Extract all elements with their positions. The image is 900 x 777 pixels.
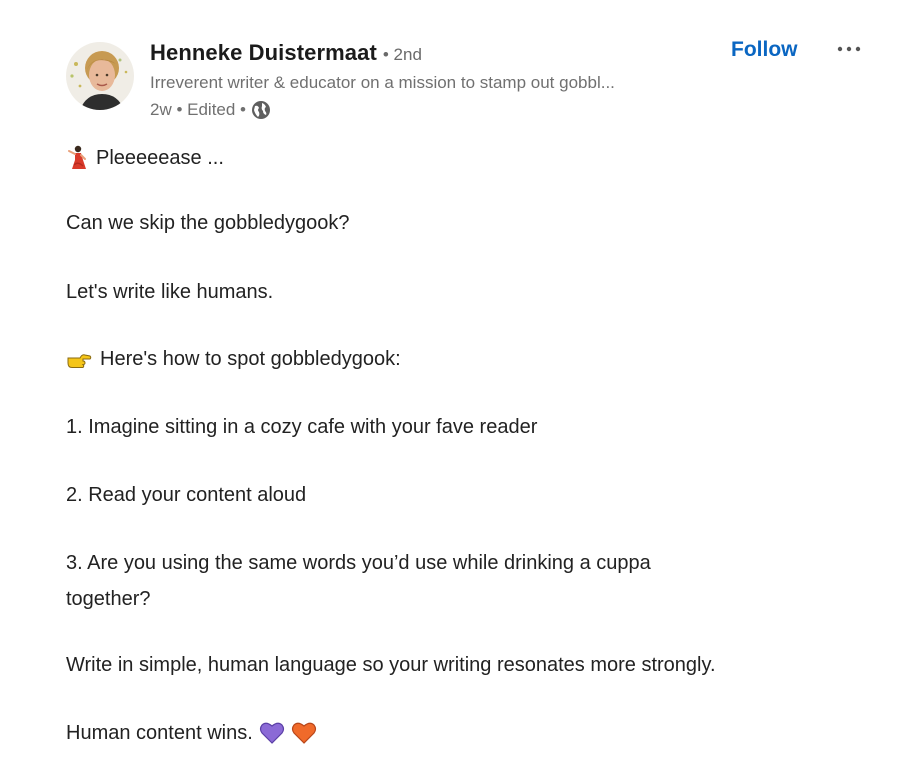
post-text: Human content wins. [66, 721, 253, 744]
avatar[interactable] [66, 42, 134, 110]
post-line: Can we skip the gobbledygook? [66, 212, 350, 235]
connection-degree: • 2nd [382, 45, 422, 64]
post-text: Pleeeeease ... [96, 146, 224, 169]
author-name-row: Henneke Duistermaat • 2nd [150, 40, 422, 66]
post-line: Write in simple, human language so your … [66, 654, 716, 677]
post-text: Here's how to spot gobbledygook: [100, 348, 401, 370]
post-text: 3. Are you using the same words you’d us… [66, 552, 651, 574]
post-text: 2. Read your content aloud [66, 484, 307, 506]
post-text: 1. Imagine sitting in a cozy cafe with y… [66, 416, 538, 438]
dancer-emoji-icon [66, 145, 88, 171]
post-line: 1. Imagine sitting in a cozy cafe with y… [66, 416, 537, 439]
purple-heart-icon [259, 721, 285, 745]
post-line: Here's how to spot gobbledygook: [66, 348, 401, 371]
author-headline: Irreverent writer & educator on a missio… [150, 73, 615, 92]
globe-icon [251, 100, 271, 120]
post-line: 3. Are you using the same words you’d us… [66, 552, 651, 575]
post-line: together? [66, 588, 151, 611]
post-line: Let's write like humans. [66, 281, 273, 304]
post-text: Let's write like humans. [66, 281, 274, 303]
avatar-image [66, 42, 134, 110]
post-line: 2. Read your content aloud [66, 484, 306, 507]
post-meta: 2w • Edited • [150, 100, 271, 120]
author-name[interactable]: Henneke Duistermaat [150, 40, 377, 66]
orange-heart-icon [291, 721, 317, 745]
post-text: Write in simple, human language so your … [66, 654, 716, 676]
ellipsis-icon [837, 46, 861, 52]
follow-button[interactable]: Follow [731, 38, 798, 62]
post-text: Can we skip the gobbledygook? [66, 212, 350, 234]
post-line: Pleeeeease ... [66, 145, 224, 171]
pointing-hand-icon [66, 349, 92, 371]
post-timestamp: 2w • Edited • [150, 100, 247, 119]
post-line: Human content wins. [66, 721, 317, 745]
post-text: together? [66, 588, 151, 610]
post-card: Henneke Duistermaat • 2nd Irreverent wri… [0, 0, 900, 777]
more-options-button[interactable] [832, 37, 866, 61]
